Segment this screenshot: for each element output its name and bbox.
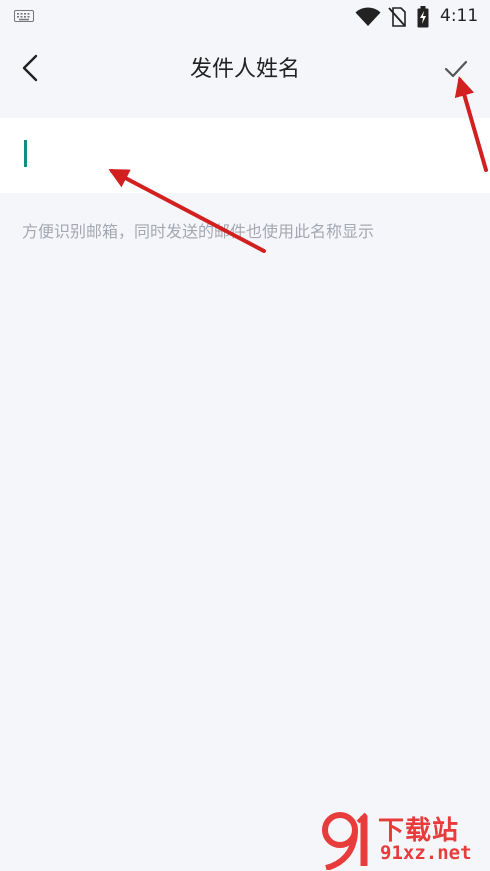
sender-name-input[interactable] xyxy=(0,118,490,193)
text-caret xyxy=(24,140,27,167)
sender-name-field-container xyxy=(0,118,490,193)
status-time: 4:11 xyxy=(440,6,479,26)
status-bar: 4:11 xyxy=(0,0,490,34)
app-bar: 发件人姓名 xyxy=(0,34,490,100)
watermark: 下载站 91xz.net xyxy=(318,808,490,871)
no-sim-icon xyxy=(388,7,406,27)
keyboard-icon xyxy=(14,10,34,22)
battery-charging-icon xyxy=(417,6,429,28)
watermark-domain: 91xz.net xyxy=(380,842,472,864)
confirm-button[interactable] xyxy=(438,52,474,84)
page-title: 发件人姓名 xyxy=(189,57,300,82)
wifi-icon xyxy=(355,7,381,26)
check-icon xyxy=(444,60,468,78)
91-logo-icon xyxy=(322,812,368,870)
hint-text: 方便识别邮箱，同时发送的邮件也使用此名称显示 xyxy=(22,222,375,241)
